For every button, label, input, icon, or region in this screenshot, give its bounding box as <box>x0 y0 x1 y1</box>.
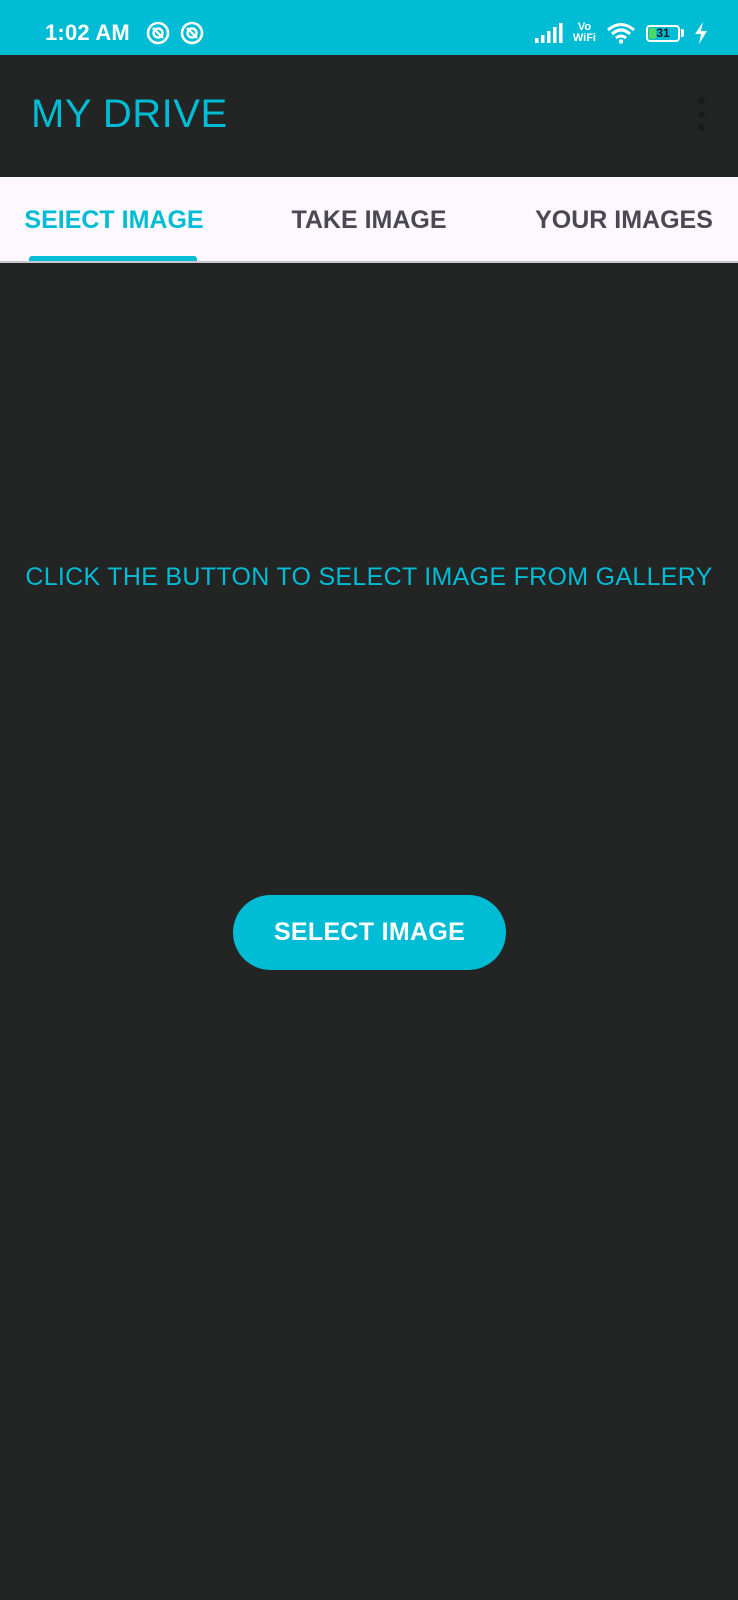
menu-dot <box>697 110 705 118</box>
status-icons: Vo WiFi 31 <box>525 18 708 48</box>
tab-your-images[interactable]: YOUR IMAGES <box>510 177 738 263</box>
tab-take-image[interactable]: TAKE IMAGE <box>258 177 480 263</box>
status-time: 1:02 AM <box>45 20 130 45</box>
menu-dot <box>697 97 705 104</box>
tab-bar: SEIECT IMAGE TAKE IMAGE YOUR IMAGES <box>0 177 738 263</box>
app-bar: MY DRIVE <box>0 55 738 175</box>
battery-percent: 31 <box>656 25 670 40</box>
vowifi-bottom-label: WiFi <box>572 32 596 44</box>
wifi-icon <box>607 23 635 44</box>
active-tab-indicator <box>29 256 197 261</box>
tab-select-image[interactable]: SEIECT IMAGE <box>0 177 228 263</box>
instruction-text: CLICK THE BUTTON TO SELECT IMAGE FROM GA… <box>25 563 713 591</box>
more-vert-icon[interactable] <box>694 97 708 131</box>
select-image-button[interactable]: SELECT IMAGE <box>233 895 506 970</box>
status-bar: 1:02 AM Vo WiFi 31 <box>0 0 738 55</box>
battery-icon: 31 <box>646 24 680 42</box>
charging-icon <box>695 22 707 44</box>
menu-dot <box>697 124 705 131</box>
vowifi-icon: Vo WiFi <box>573 22 596 44</box>
notification-app-icon <box>146 21 170 45</box>
signal-icon <box>534 23 563 43</box>
battery-tip <box>681 29 684 37</box>
notification-app-icon <box>180 21 204 45</box>
app-title: MY DRIVE <box>31 92 228 136</box>
